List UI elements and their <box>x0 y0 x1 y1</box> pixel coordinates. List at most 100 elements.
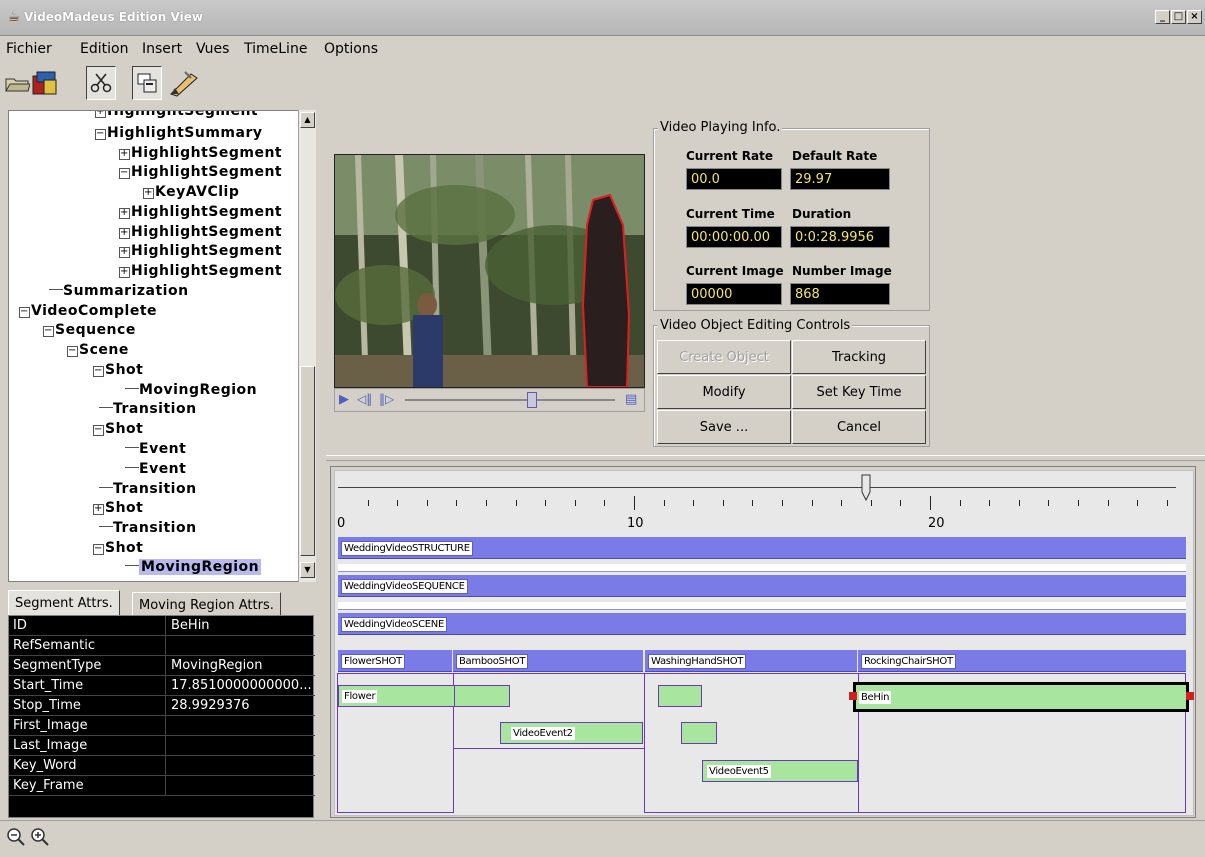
menu-insert[interactable]: Insert <box>142 41 182 57</box>
tree-node[interactable]: + HighlightSegment <box>119 263 282 283</box>
play-icon[interactable]: ▶ <box>339 392 349 407</box>
table-row[interactable]: First_Image <box>9 716 315 736</box>
tree-node[interactable]: − VideoComplete <box>19 303 157 323</box>
layout-icon[interactable] <box>132 66 162 100</box>
seek-thumb[interactable] <box>527 392 537 408</box>
tree-node[interactable]: − Scene <box>67 342 129 362</box>
event-bamboo-1[interactable] <box>454 685 510 707</box>
tree-node[interactable]: Summarization <box>49 283 189 303</box>
set-key-time-button[interactable]: Set Key Time <box>792 375 926 409</box>
menu-vues[interactable]: Vues <box>196 41 229 57</box>
expand-icon[interactable]: + <box>119 208 130 219</box>
resize-handle-right[interactable] <box>1186 692 1194 700</box>
shot-bar-bamboo[interactable]: BambooSHOT <box>453 650 643 672</box>
expand-icon[interactable]: + <box>93 504 104 515</box>
tree-node[interactable]: − HighlightSegment <box>119 164 282 184</box>
event-videoevent2[interactable]: VideoEvent2 <box>500 722 643 744</box>
event-behin-selected[interactable]: BeHin <box>853 682 1189 712</box>
shot-bar-rockingchair[interactable]: RockingChairSHOT <box>858 650 1186 672</box>
collapse-icon[interactable]: − <box>95 129 106 140</box>
collapse-icon[interactable]: − <box>93 544 104 555</box>
tree-node[interactable]: Transition <box>99 520 197 540</box>
event-washing-1[interactable] <box>658 685 702 707</box>
collapse-icon[interactable]: − <box>93 425 104 436</box>
cut-icon[interactable] <box>86 66 116 100</box>
splitter[interactable] <box>326 455 1205 461</box>
tab-segment-attrs[interactable]: Segment Attrs. <box>8 590 120 616</box>
menu-fichier[interactable]: Fichier <box>6 41 52 57</box>
sequence-bar[interactable]: WeddingVideoSEQUENCE <box>338 575 1186 597</box>
time-cursor-handle[interactable] <box>860 474 872 502</box>
step-forward-icon[interactable]: ‖▷ <box>379 392 394 406</box>
close-button[interactable]: × <box>1187 10 1202 24</box>
event-washing-2[interactable] <box>681 722 717 744</box>
cancel-button[interactable]: Cancel <box>792 410 926 444</box>
table-row[interactable]: Start_Time 17.8510000000000... <box>9 676 315 696</box>
expand-icon[interactable]: + <box>95 111 106 118</box>
seek-track[interactable] <box>405 399 615 401</box>
tree-node[interactable]: Event <box>125 461 186 481</box>
edit-pencil-icon[interactable] <box>166 66 202 100</box>
table-row[interactable]: RefSemantic <box>9 636 315 656</box>
shot-bar-flower[interactable]: FlowerSHOT <box>338 650 452 672</box>
expand-icon[interactable]: + <box>119 247 130 258</box>
expand-icon[interactable]: + <box>119 149 130 160</box>
collapse-icon[interactable]: − <box>93 366 104 377</box>
resize-handle-left[interactable] <box>849 692 857 700</box>
table-row[interactable]: Last_Image <box>9 736 315 756</box>
table-row[interactable]: Key_Word <box>9 756 315 776</box>
menu-timeline[interactable]: TimeLine <box>244 41 307 57</box>
tree-node[interactable]: − Shot <box>93 362 143 382</box>
tree-node[interactable]: − HighlightSummary <box>95 125 263 145</box>
table-row[interactable]: ID BeHin <box>9 616 315 636</box>
tree-node[interactable]: Transition <box>99 401 197 421</box>
table-row[interactable]: SegmentType MovingRegion <box>9 656 315 676</box>
tree-node[interactable]: + HighlightSegment <box>119 243 282 263</box>
package-icon[interactable] <box>30 66 60 100</box>
expand-icon[interactable]: + <box>119 267 130 278</box>
minimize-button[interactable]: _ <box>1155 10 1170 24</box>
open-folder-icon[interactable] <box>4 66 30 100</box>
tree-node[interactable]: MovingRegion <box>125 382 257 402</box>
menu-edition[interactable]: Edition <box>80 41 128 57</box>
step-back-icon[interactable]: ◁‖ <box>357 392 372 406</box>
structure-bar[interactable]: WeddingVideoSTRUCTURE <box>338 537 1186 559</box>
expand-icon[interactable]: + <box>119 228 130 239</box>
structure-tree[interactable]: + HighlightSegment − HighlightSummary + Hig… <box>8 110 316 582</box>
collapse-icon[interactable]: − <box>67 346 78 357</box>
table-row[interactable]: Key_Frame <box>9 776 315 796</box>
modify-button[interactable]: Modify <box>657 375 791 409</box>
collapse-icon[interactable]: − <box>43 326 54 337</box>
tracking-button[interactable]: Tracking <box>792 340 926 374</box>
tree-node[interactable]: + KeyAVClip <box>143 184 239 204</box>
save-button[interactable]: Save ... <box>657 410 791 444</box>
maximize-button[interactable]: □ <box>1171 10 1186 24</box>
film-icon[interactable]: ▤ <box>625 392 637 407</box>
tree-node[interactable]: + HighlightSegment <box>119 145 282 165</box>
zoom-out-icon[interactable] <box>6 827 26 852</box>
event-videoevent5[interactable]: VideoEvent5 <box>702 760 858 782</box>
tree-node-selected[interactable]: MovingRegion <box>125 559 262 579</box>
tree-node[interactable]: + HighlightSegment <box>95 111 258 123</box>
tree-node[interactable]: Transition <box>99 481 197 501</box>
tree-node[interactable]: − Shot <box>93 421 143 441</box>
tree-node[interactable]: − Shot <box>93 540 143 560</box>
tree-node[interactable]: + HighlightSegment <box>119 204 282 224</box>
scene-bar[interactable]: WeddingVideoSCENE <box>338 613 1186 635</box>
tree-node[interactable]: + Shot <box>93 500 143 520</box>
tree-node[interactable]: Event <box>125 441 186 461</box>
scroll-down-icon[interactable]: ▼ <box>300 562 315 578</box>
video-viewport[interactable] <box>334 154 645 388</box>
tree-scroll-thumb[interactable] <box>300 366 315 556</box>
collapse-icon[interactable]: − <box>19 307 30 318</box>
create-object-button[interactable]: Create Object <box>657 340 791 374</box>
shot-bar-washinghand[interactable]: WashingHandSHOT <box>645 650 857 672</box>
expand-icon[interactable]: + <box>143 188 154 199</box>
tree-node[interactable]: + HighlightSegment <box>119 224 282 244</box>
scroll-up-icon[interactable]: ▲ <box>300 112 315 128</box>
event-flower[interactable]: Flower <box>338 685 455 707</box>
menu-options[interactable]: Options <box>324 41 378 57</box>
collapse-icon[interactable]: − <box>119 168 130 179</box>
tree-node[interactable]: − Sequence <box>43 322 136 342</box>
table-row[interactable]: Stop_Time 28.9929376 <box>9 696 315 716</box>
